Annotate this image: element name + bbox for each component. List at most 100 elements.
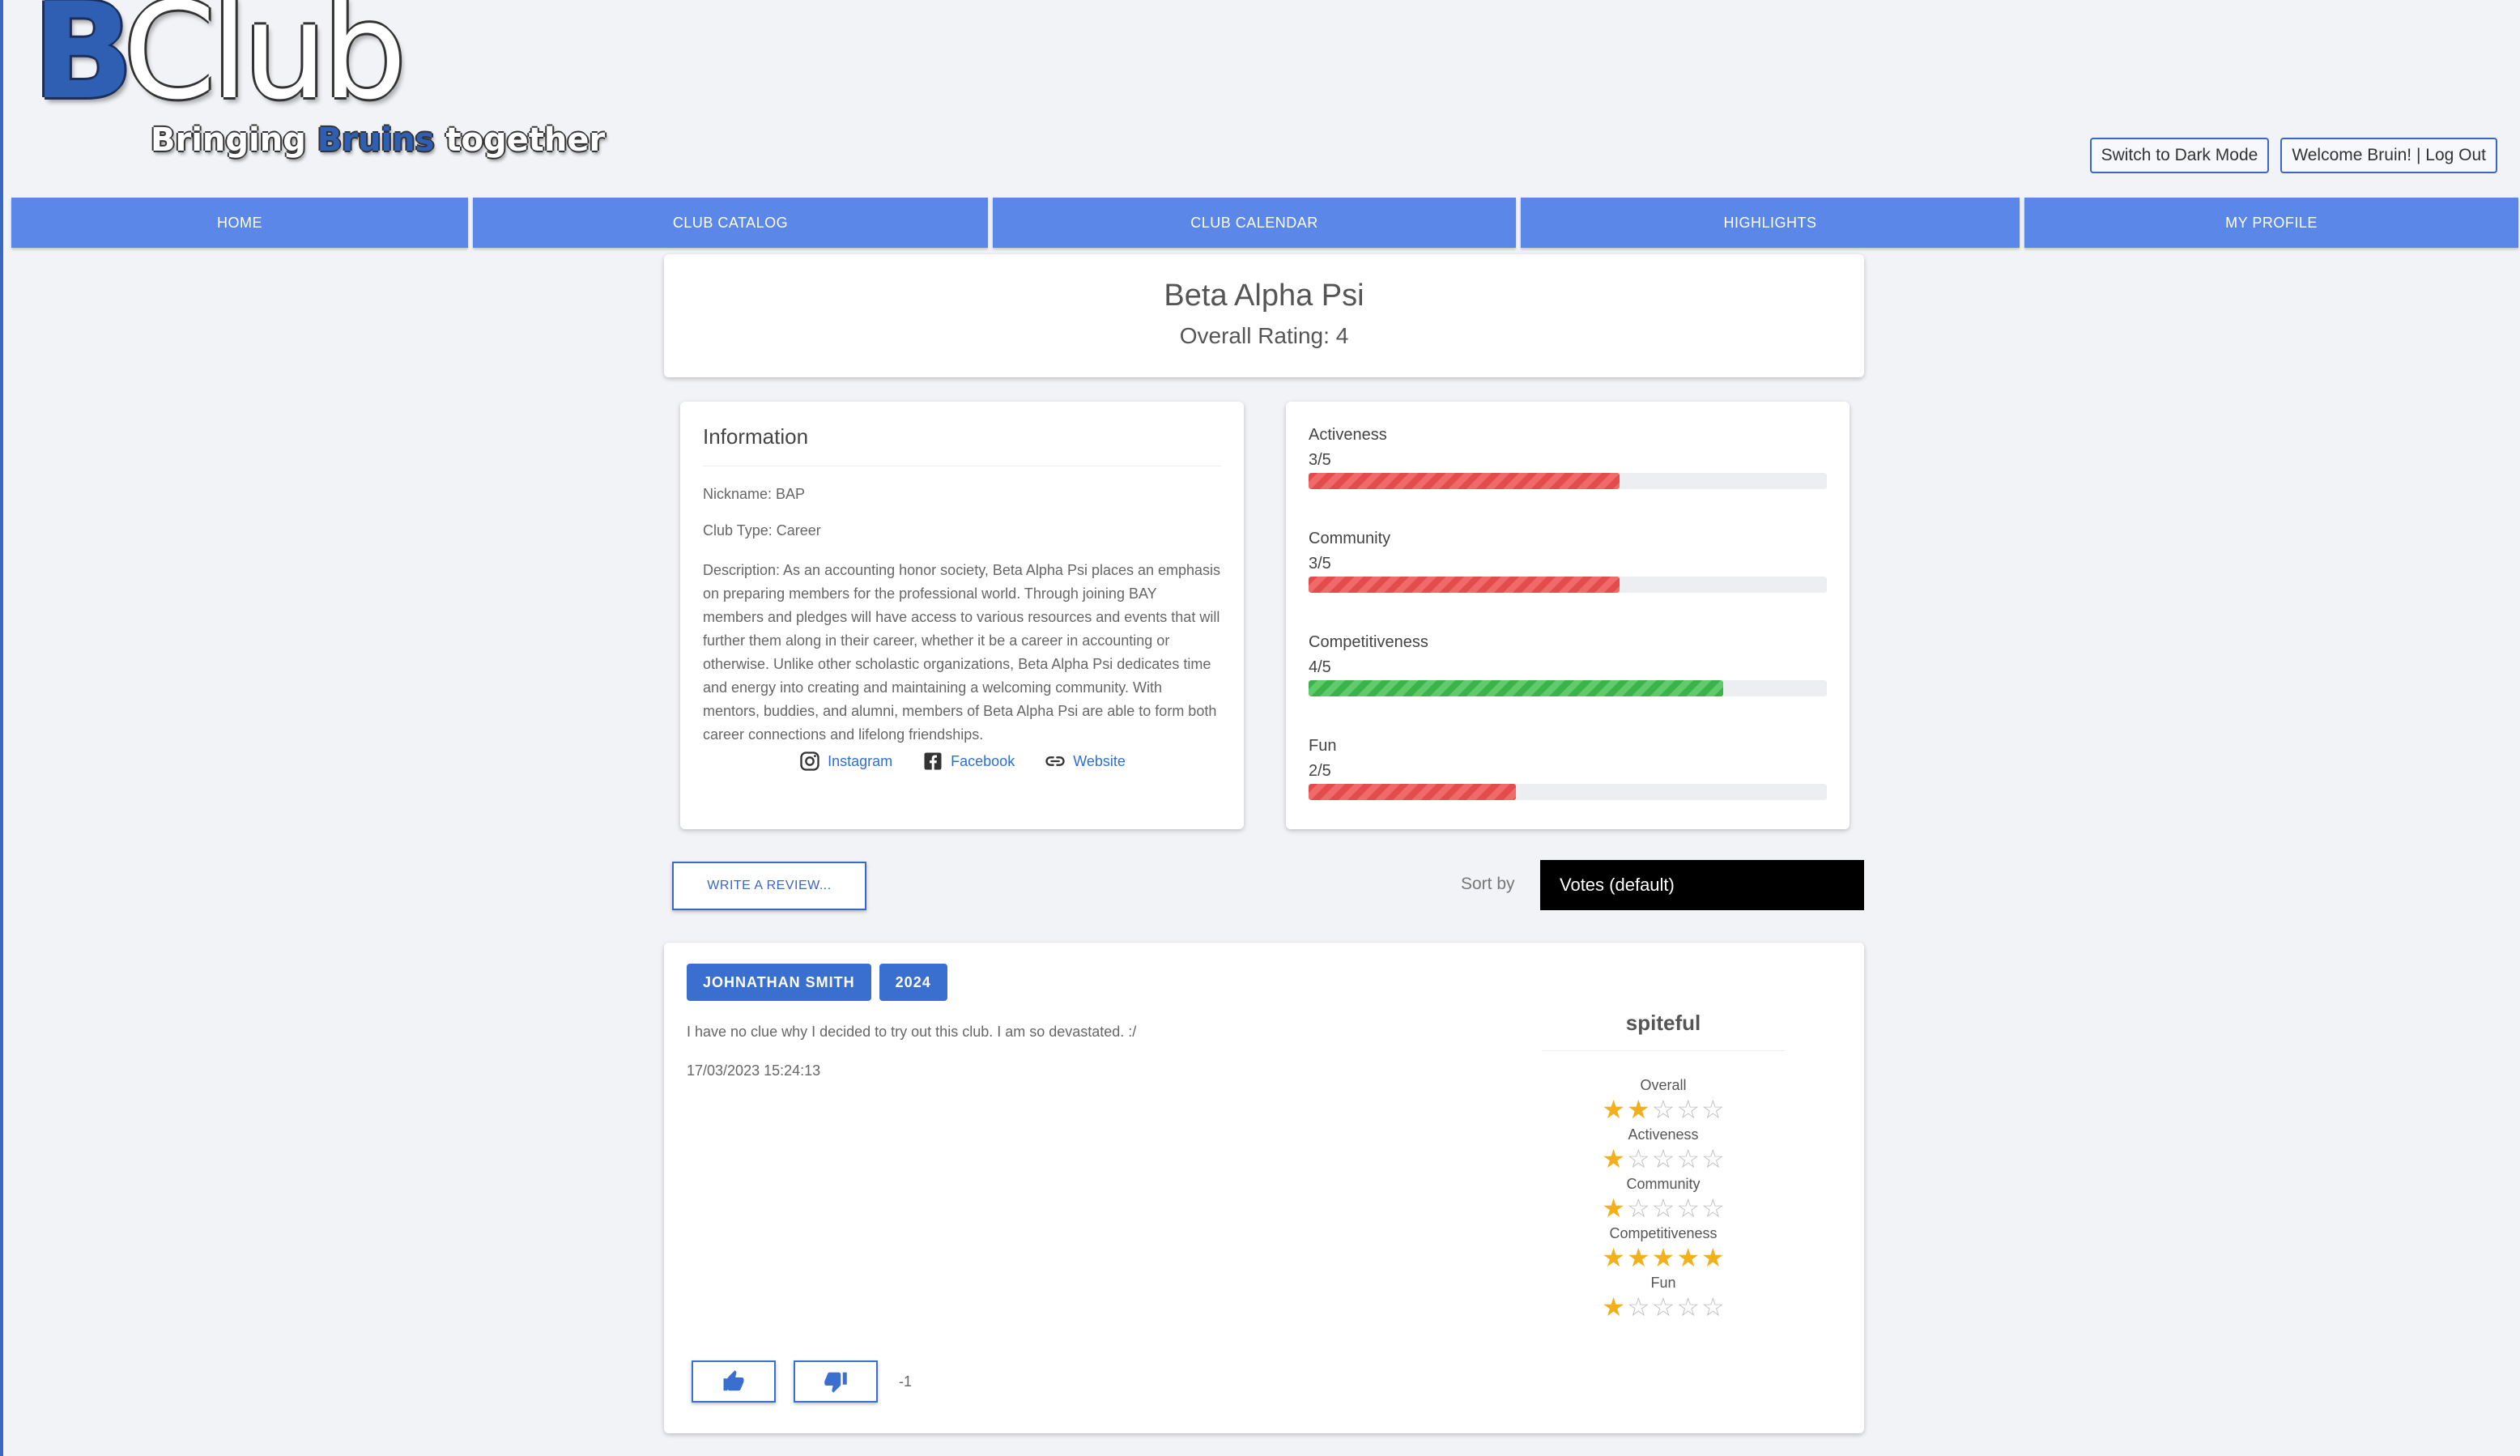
star-empty-icon: ☆ bbox=[1676, 1194, 1701, 1223]
sort-by-label: Sort by bbox=[1461, 875, 1515, 893]
star-filled-icon: ★ bbox=[1676, 1243, 1701, 1272]
club-description: Description: As an accounting honor soci… bbox=[703, 562, 1221, 743]
review-chips: JOHNATHAN SMITH 2024 bbox=[687, 964, 947, 1001]
main-nav: HOME CLUB CATALOG CLUB CALENDAR HIGHLIGH… bbox=[11, 198, 2518, 248]
star-rating-label: Activeness bbox=[1628, 1126, 1699, 1143]
star-rating-label: Fun bbox=[1650, 1275, 1676, 1291]
logout-button[interactable]: Welcome Bruin! | Log Out bbox=[2280, 138, 2497, 173]
star-rating-row: ★ ☆ ☆ ☆ ☆ bbox=[1582, 1194, 1744, 1222]
progress-bar bbox=[1309, 577, 1827, 593]
review-star-ratings: Overall ★ ★ ☆ ☆ ☆ Activeness ★ ☆ ☆ ☆ ☆ Community ★ ☆ ☆ ☆… bbox=[1582, 1074, 1744, 1321]
star-empty-icon: ☆ bbox=[1701, 1194, 1725, 1223]
link-icon bbox=[1045, 756, 1065, 766]
thumbs-up-icon bbox=[723, 1370, 744, 1391]
sort-select[interactable]: Votes (default) bbox=[1540, 860, 1864, 910]
club-type: Club Type: Career bbox=[703, 522, 821, 539]
dark-mode-button[interactable]: Switch to Dark Mode bbox=[2089, 138, 2270, 173]
rating-name: Fun bbox=[1309, 737, 1337, 755]
star-empty-icon: ☆ bbox=[1651, 1144, 1675, 1173]
rating-community: Community 3/5 bbox=[1309, 530, 1827, 633]
star-filled-icon: ★ bbox=[1626, 1095, 1650, 1124]
logo-word-club: Club bbox=[123, 0, 407, 129]
overall-rating-label: Overall Rating: bbox=[1179, 323, 1330, 348]
rating-competitiveness: Competitiveness 4/5 bbox=[1309, 633, 1827, 737]
facebook-label: Facebook bbox=[951, 752, 1015, 769]
star-empty-icon: ☆ bbox=[1701, 1292, 1725, 1322]
star-rating-row: ★ ☆ ☆ ☆ ☆ bbox=[1582, 1293, 1744, 1321]
club-header-card: Beta Alpha Psi Overall Rating: 4 bbox=[664, 254, 1864, 377]
star-rating-label: Overall bbox=[1640, 1077, 1687, 1093]
star-filled-icon: ★ bbox=[1602, 1292, 1625, 1322]
star-rating-label: Community bbox=[1626, 1176, 1701, 1192]
star-filled-icon: ★ bbox=[1626, 1243, 1650, 1272]
social-links: Instagram Facebook Website bbox=[703, 750, 1221, 773]
review-text: I have no clue why I decided to try out … bbox=[687, 1024, 1137, 1040]
header-actions: Switch to Dark Mode Welcome Bruin! | Log… bbox=[2089, 138, 2497, 173]
star-empty-icon: ☆ bbox=[1676, 1144, 1701, 1173]
star-filled-icon: ★ bbox=[1602, 1095, 1625, 1124]
star-rating-row: ★ ☆ ☆ ☆ ☆ bbox=[1582, 1145, 1744, 1173]
star-empty-icon: ☆ bbox=[1676, 1095, 1701, 1124]
progress-bar bbox=[1309, 473, 1827, 489]
tagline-bruins: Bruins bbox=[317, 121, 435, 159]
upvote-button[interactable] bbox=[692, 1360, 776, 1403]
rating-value: 3/5 bbox=[1309, 555, 1331, 573]
vote-count: -1 bbox=[899, 1373, 913, 1390]
instagram-icon bbox=[800, 751, 819, 771]
rating-value: 3/5 bbox=[1309, 451, 1331, 469]
information-title: Information bbox=[703, 424, 1221, 466]
star-filled-icon: ★ bbox=[1602, 1144, 1625, 1173]
nav-my-profile[interactable]: MY PROFILE bbox=[2024, 198, 2518, 248]
rating-name: Community bbox=[1309, 530, 1391, 547]
bclub-logo[interactable]: B Club bbox=[32, 0, 453, 121]
rating-name: Activeness bbox=[1309, 426, 1387, 444]
logo-letter-b: B bbox=[32, 0, 134, 129]
nav-highlights[interactable]: HIGHLIGHTS bbox=[1521, 198, 2020, 248]
overall-rating-value: 4 bbox=[1335, 323, 1349, 348]
star-filled-icon: ★ bbox=[1651, 1243, 1675, 1272]
nav-club-catalog[interactable]: CLUB CATALOG bbox=[473, 198, 988, 248]
instagram-link[interactable]: Instagram bbox=[798, 750, 892, 773]
progress-bar bbox=[1309, 680, 1827, 696]
star-empty-icon: ☆ bbox=[1701, 1144, 1725, 1173]
nav-home[interactable]: HOME bbox=[11, 198, 468, 248]
instagram-label: Instagram bbox=[828, 752, 893, 769]
nav-club-calendar[interactable]: CLUB CALENDAR bbox=[993, 198, 1516, 248]
star-empty-icon: ☆ bbox=[1651, 1095, 1675, 1124]
author-chip[interactable]: JOHNATHAN SMITH bbox=[687, 964, 871, 1001]
club-nickname: Nickname: BAP bbox=[703, 486, 806, 502]
star-empty-icon: ☆ bbox=[1651, 1292, 1675, 1322]
rating-activeness: Activeness 3/5 bbox=[1309, 426, 1827, 530]
write-review-button[interactable]: WRITE A REVIEW... bbox=[672, 862, 866, 910]
rating-value: 4/5 bbox=[1309, 658, 1331, 676]
star-empty-icon: ☆ bbox=[1651, 1194, 1675, 1223]
information-card: Information Nickname: BAP Club Type: Car… bbox=[680, 402, 1244, 829]
website-link[interactable]: Website bbox=[1044, 750, 1126, 773]
star-filled-icon: ★ bbox=[1701, 1243, 1725, 1272]
star-empty-icon: ☆ bbox=[1626, 1144, 1650, 1173]
star-empty-icon: ☆ bbox=[1626, 1194, 1650, 1223]
thumbs-down-icon bbox=[824, 1372, 847, 1393]
progress-bar-fill bbox=[1309, 680, 1723, 696]
website-label: Website bbox=[1073, 752, 1126, 769]
facebook-link[interactable]: Facebook bbox=[922, 750, 1015, 773]
tagline: Bringing Bruins together bbox=[151, 121, 605, 159]
review-date: 17/03/2023 15:24:13 bbox=[687, 1062, 821, 1079]
progress-bar-fill bbox=[1309, 577, 1620, 593]
ratings-card: Activeness 3/5 Community 3/5 Competitive… bbox=[1286, 402, 1850, 829]
tagline-pre: Bringing bbox=[151, 121, 317, 159]
overall-rating: Overall Rating: 4 bbox=[664, 323, 1864, 349]
star-rating-label: Competitiveness bbox=[1609, 1225, 1718, 1241]
tagline-post: together bbox=[434, 121, 606, 159]
progress-bar bbox=[1309, 784, 1827, 800]
year-chip[interactable]: 2024 bbox=[879, 964, 947, 1001]
progress-bar-fill bbox=[1309, 784, 1516, 800]
star-filled-icon: ★ bbox=[1602, 1243, 1625, 1272]
star-empty-icon: ☆ bbox=[1676, 1292, 1701, 1322]
review-title: spiteful bbox=[1542, 1011, 1785, 1051]
downvote-button[interactable] bbox=[794, 1360, 878, 1403]
star-filled-icon: ★ bbox=[1602, 1194, 1625, 1223]
facebook-icon bbox=[924, 752, 942, 770]
rating-fun: Fun 2/5 bbox=[1309, 737, 1827, 841]
star-rating-row: ★ ★ ★ ★ ★ bbox=[1582, 1244, 1744, 1271]
